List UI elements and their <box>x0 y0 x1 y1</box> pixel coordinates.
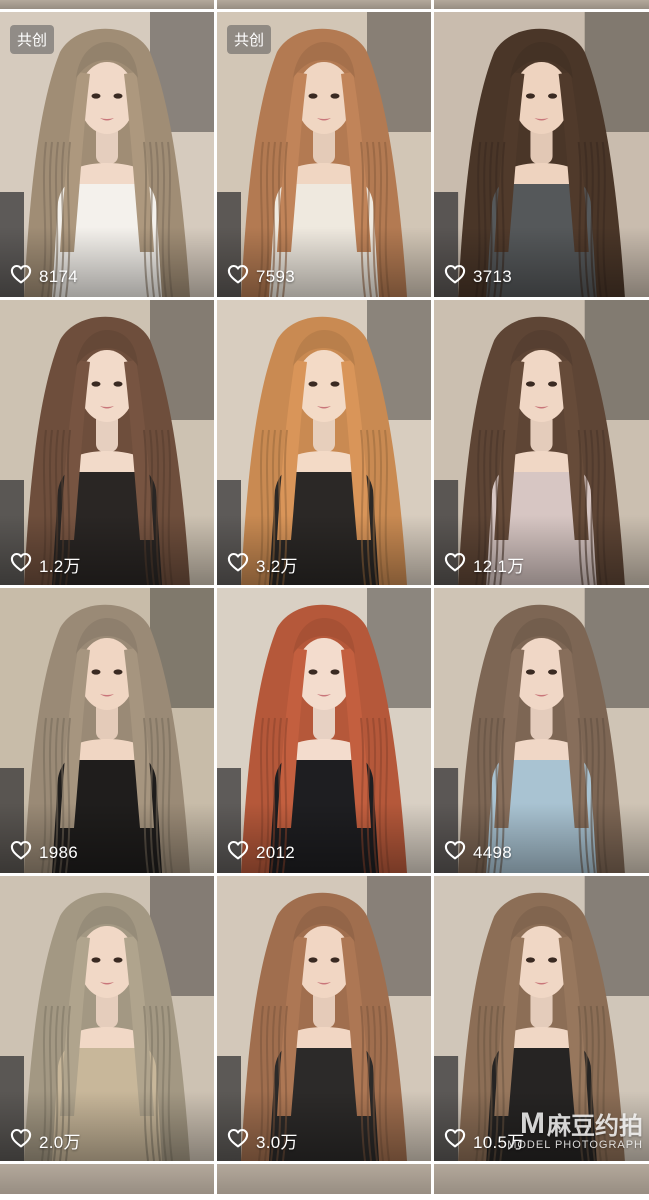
eye-left <box>525 93 535 99</box>
heart-outline-icon <box>227 552 249 577</box>
eye-left <box>91 669 101 675</box>
feed-tile-partial[interactable] <box>434 0 649 9</box>
like-count[interactable]: 2.0万 <box>10 1128 81 1153</box>
eye-right <box>330 93 340 99</box>
like-count[interactable]: 7593 <box>227 264 295 289</box>
like-count-value: 12.1万 <box>473 557 525 576</box>
feed-tile-partial[interactable] <box>434 1164 649 1194</box>
feed-tile[interactable]: 10.5万 M 麻豆约拍 MODEL PHOTOGRAPH <box>434 876 649 1161</box>
like-count[interactable]: 10.5万 <box>444 1128 525 1153</box>
like-count[interactable]: 12.1万 <box>444 552 525 577</box>
eye-right <box>330 669 340 675</box>
face-shape <box>79 350 135 422</box>
heart-outline-icon <box>10 264 32 289</box>
like-count[interactable]: 3.0万 <box>227 1128 298 1153</box>
heart-outline-icon <box>227 264 249 289</box>
like-count-value: 1.2万 <box>39 557 81 576</box>
like-count[interactable]: 1.2万 <box>10 552 81 577</box>
feed-tile[interactable]: 共创 8174 <box>0 12 214 297</box>
eye-left <box>308 93 318 99</box>
heart-outline-icon <box>10 1128 32 1153</box>
heart-outline-icon <box>444 264 466 289</box>
like-count[interactable]: 3.2万 <box>227 552 298 577</box>
like-count[interactable]: 2012 <box>227 840 295 865</box>
like-count-value: 10.5万 <box>473 1133 525 1152</box>
like-count-value: 2.0万 <box>39 1133 81 1152</box>
like-count-value: 2012 <box>256 842 296 862</box>
eye-left <box>525 957 535 963</box>
feed-tile[interactable]: 1986 <box>0 588 214 873</box>
eye-right <box>548 957 558 963</box>
feed-tile[interactable]: 4498 <box>434 588 649 873</box>
like-count-value: 7593 <box>256 266 296 286</box>
face-shape <box>79 926 135 998</box>
eye-right <box>548 381 558 387</box>
face-shape <box>513 638 570 710</box>
like-count-value: 8174 <box>39 266 79 286</box>
feed-tile[interactable]: 3713 <box>434 12 649 297</box>
feed-tile-partial[interactable] <box>0 0 214 9</box>
feed-tile-partial[interactable] <box>217 1164 431 1194</box>
like-count-value: 3.0万 <box>256 1133 298 1152</box>
like-count-value: 4498 <box>473 842 513 862</box>
photo-feed-grid: 共创 8174 共创 7593 3713 1.2万 3.2万 12.1万 198… <box>0 0 649 1200</box>
heart-outline-icon <box>444 552 466 577</box>
co-create-badge: 共创 <box>10 25 55 54</box>
eye-left <box>308 957 318 963</box>
face-shape <box>513 926 570 998</box>
eye-left <box>525 381 535 387</box>
heart-outline-icon <box>227 1128 249 1153</box>
feed-tile-partial[interactable] <box>0 1164 214 1194</box>
eye-left <box>91 957 101 963</box>
face-shape <box>79 638 135 710</box>
feed-tile[interactable]: 12.1万 <box>434 300 649 585</box>
eye-right <box>548 669 558 675</box>
face-shape <box>296 350 352 422</box>
eye-left <box>308 669 318 675</box>
eye-left <box>91 93 101 99</box>
like-count[interactable]: 1986 <box>10 840 78 865</box>
heart-outline-icon <box>444 840 466 865</box>
eye-right <box>113 381 123 387</box>
feed-tile[interactable]: 2012 <box>217 588 431 873</box>
eye-left <box>308 381 318 387</box>
feed-tile[interactable]: 3.0万 <box>217 876 431 1161</box>
feed-tile[interactable]: 2.0万 <box>0 876 214 1161</box>
co-create-badge: 共创 <box>227 25 272 54</box>
face-shape <box>79 62 135 134</box>
like-count[interactable]: 8174 <box>10 264 78 289</box>
heart-outline-icon <box>10 552 32 577</box>
eye-right <box>113 93 123 99</box>
face-shape <box>296 62 352 134</box>
heart-outline-icon <box>227 840 249 865</box>
feed-tile[interactable]: 共创 7593 <box>217 12 431 297</box>
face-shape <box>296 926 352 998</box>
like-count[interactable]: 3713 <box>444 264 512 289</box>
like-count-value: 3713 <box>473 266 513 286</box>
like-count-value: 1986 <box>39 842 79 862</box>
face-shape <box>513 62 570 134</box>
eye-right <box>330 381 340 387</box>
eye-right <box>548 93 558 99</box>
eye-right <box>113 957 123 963</box>
heart-outline-icon <box>10 840 32 865</box>
like-count[interactable]: 4498 <box>444 840 512 865</box>
feed-tile-partial[interactable] <box>217 0 431 9</box>
eye-left <box>525 669 535 675</box>
feed-tile[interactable]: 1.2万 <box>0 300 214 585</box>
face-shape <box>513 350 570 422</box>
eye-right <box>113 669 123 675</box>
like-count-value: 3.2万 <box>256 557 298 576</box>
eye-right <box>330 957 340 963</box>
heart-outline-icon <box>444 1128 466 1153</box>
face-shape <box>296 638 352 710</box>
feed-tile[interactable]: 3.2万 <box>217 300 431 585</box>
eye-left <box>91 381 101 387</box>
